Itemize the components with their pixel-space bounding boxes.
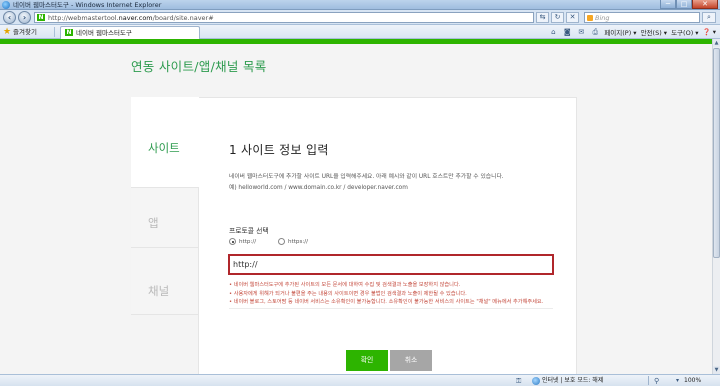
sidenav-label-channel: 채널 (148, 284, 170, 298)
safety-menu[interactable]: 안전(S) ▾ (641, 27, 668, 37)
sidenav: 사이트 앱 채널 (131, 97, 199, 374)
status-separator (648, 376, 649, 385)
example-text: 예) helloworld.com / www.domain.co.kr / d… (229, 185, 408, 191)
back-button[interactable]: ‹ (3, 11, 16, 24)
browser-tab-label: 네이버 웹마스터도구 (76, 29, 132, 37)
scroll-up-icon[interactable]: ▲ (713, 39, 720, 47)
mail-icon[interactable]: ✉ (576, 28, 586, 37)
sidenav-item-site[interactable]: 사이트 (131, 97, 199, 187)
command-bar: ⌂ ◙ ✉ ⎙ 페이지(P) ▾ 안전(S) ▾ 도구(O) ▾ ❓ ▾ (548, 25, 716, 39)
sidenav-label-app: 앱 (148, 216, 159, 230)
search-box[interactable]: Bing (584, 12, 700, 23)
internet-explorer-icon (2, 1, 10, 9)
address-url[interactable]: http://webmastertool.naver.com/board/sit… (48, 13, 214, 23)
help-menu[interactable]: ❓ ▾ (703, 28, 716, 36)
zoom-level[interactable]: 100% (684, 375, 701, 386)
notice-item: • 네이버 블로그, 스토어팜 등 네이버 서비스는 소유확인이 불가능합니다.… (229, 299, 544, 306)
favorites-star-icon[interactable]: ★ (3, 26, 11, 38)
address-actions: ⇆ ↻ ✕ (536, 12, 579, 23)
sidenav-item-app[interactable]: 앱 (131, 187, 199, 247)
tools-menu[interactable]: 도구(O) ▾ (671, 27, 698, 37)
site-form: 1 사이트 정보 입력 네이버 웹마스터도구에 추가할 사이트 URL을 입력해… (199, 97, 577, 374)
close-window-button[interactable]: ✕ (692, 0, 718, 9)
scroll-down-icon[interactable]: ▼ (713, 366, 720, 374)
naver-favicon-icon: N (37, 14, 45, 21)
search-button[interactable]: ⌕ (702, 12, 716, 23)
zoom-icon[interactable]: ⚲ (654, 376, 659, 386)
toolbar-separator (54, 27, 55, 37)
print-icon[interactable]: ⎙ (590, 28, 600, 37)
browser-tab[interactable]: N 네이버 웹마스터도구 (60, 26, 200, 39)
security-zone-text: 인터넷 | 보호 모드: 해제 (542, 377, 604, 384)
sidenav-item-channel[interactable]: 채널 (131, 247, 199, 315)
compatibility-view-icon[interactable]: ⇆ (536, 12, 549, 23)
section-title: 1 사이트 정보 입력 (229, 143, 329, 157)
protocol-label: 프로토콜 선택 (229, 227, 269, 235)
window-titlebar: 네이버 웹마스터도구 - Windows Internet Explorer ─… (0, 0, 720, 10)
home-icon[interactable]: ⌂ (548, 28, 558, 37)
naver-favicon-icon: N (65, 29, 73, 36)
scroll-thumb[interactable] (713, 48, 720, 258)
window-title: 네이버 웹마스터도구 - Windows Internet Explorer (13, 1, 162, 9)
security-icon: ⚿ (516, 377, 522, 385)
favorites-button[interactable]: 즐겨찾기 (13, 25, 37, 39)
stop-icon[interactable]: ✕ (566, 12, 579, 23)
forward-button[interactable]: › (18, 11, 31, 24)
sidenav-label-site: 사이트 (148, 141, 180, 155)
radio-http-label[interactable]: http:// (239, 239, 256, 245)
confirm-button[interactable]: 확인 (346, 350, 388, 371)
minimize-button[interactable]: ─ (660, 0, 676, 9)
page-title: 연동 사이트/앱/채널 목록 (131, 59, 267, 74)
address-bar[interactable]: N http://webmastertool.naver.com/board/s… (34, 12, 534, 23)
divider (229, 308, 553, 309)
feeds-icon[interactable]: ◙ (562, 28, 572, 37)
favorites-bar: ★ 즐겨찾기 N 네이버 웹마스터도구 ⌂ ◙ ✉ ⎙ 페이지(P) ▾ 안전(… (0, 25, 720, 39)
web-page: 연동 사이트/앱/채널 목록 사이트 앱 채널 1 사이트 정보 입력 네이버 … (0, 39, 712, 374)
notice-item: • 사용자에게 위해가 되거나 불편을 주는 내용의 사이트이면 경우 불법인 … (229, 290, 467, 297)
radio-https[interactable] (278, 238, 285, 245)
status-bar: ⚿ 인터넷 | 보호 모드: 해제 ⚲ ▾ 100% (0, 374, 720, 386)
description-text: 네이버 웹마스터도구에 추가할 사이트 URL을 입력해주세요. 아래 예시와 … (229, 174, 504, 180)
window-controls: ─ □ ✕ (660, 0, 718, 9)
maximize-button[interactable]: □ (676, 0, 692, 9)
search-placeholder: Bing (595, 14, 610, 22)
cancel-button[interactable]: 취소 (390, 350, 432, 371)
site-url-input[interactable] (228, 254, 554, 275)
address-row: ‹ › N http://webmastertool.naver.com/boa… (0, 10, 720, 25)
radio-http[interactable] (229, 238, 236, 245)
header-green-bar (0, 39, 712, 44)
vertical-scrollbar[interactable]: ▲ ▼ (712, 39, 720, 374)
zoom-dropdown-icon[interactable]: ▾ (676, 375, 679, 386)
internet-zone-icon (532, 377, 540, 385)
page-menu[interactable]: 페이지(P) ▾ (604, 27, 636, 37)
notice-item: • 네이버 웹마스터도구에 추가된 사이트의 모든 문서에 대하여 수집 및 검… (229, 282, 461, 288)
radio-https-label[interactable]: https:// (288, 239, 308, 245)
refresh-icon[interactable]: ↻ (551, 12, 564, 23)
notice-list: • 네이버 웹마스터도구에 추가된 사이트의 모든 문서에 대하여 수집 및 검… (229, 281, 559, 307)
bing-icon (587, 15, 593, 21)
